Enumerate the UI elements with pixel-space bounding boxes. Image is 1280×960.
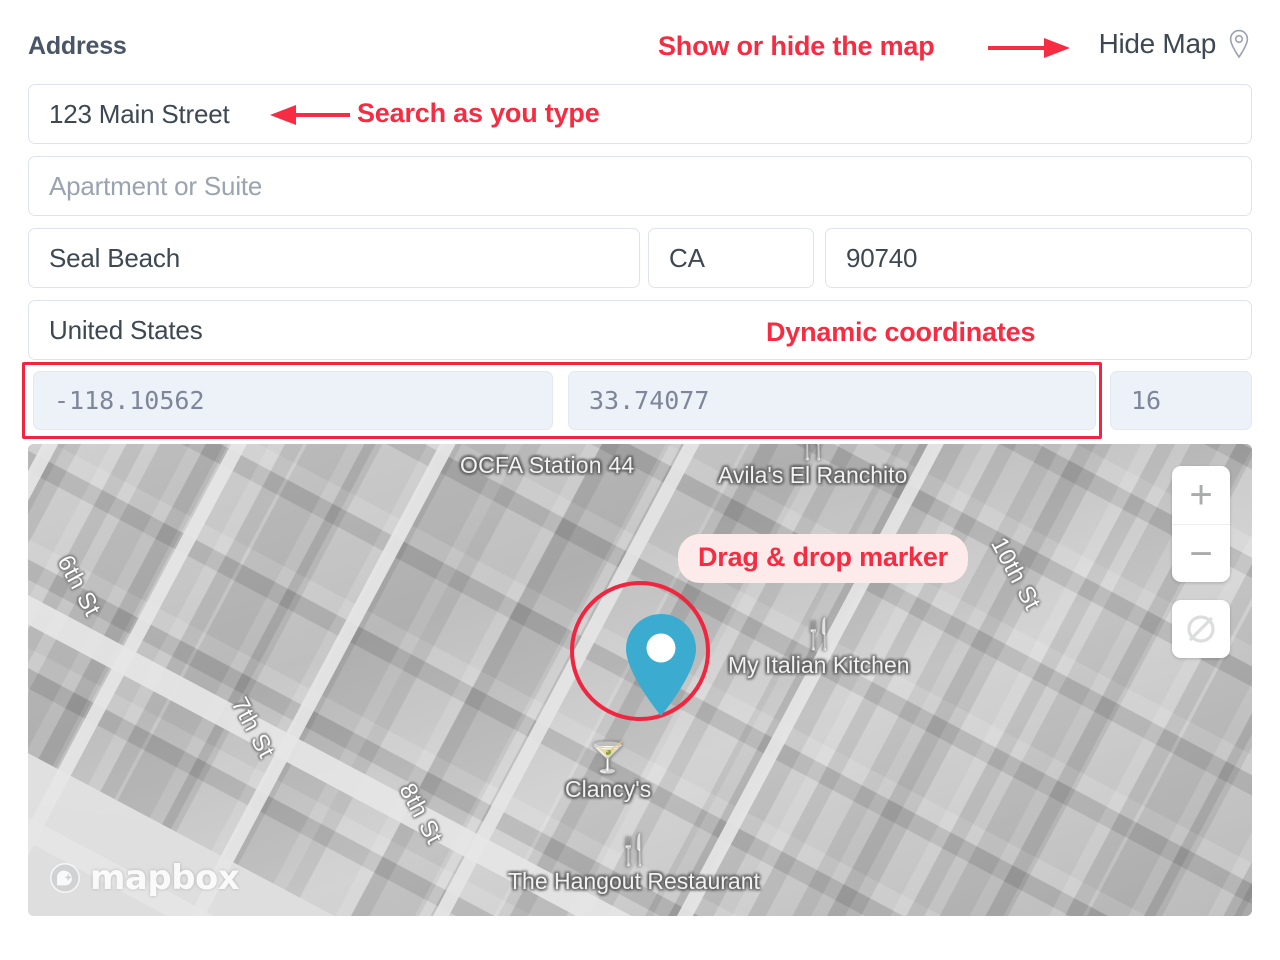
page-title: Address <box>28 32 127 60</box>
state-input[interactable]: CA <box>648 228 814 288</box>
mapbox-wordmark: mapbox <box>90 858 240 898</box>
country-input[interactable]: United States <box>28 300 1252 360</box>
city-input[interactable]: Seal Beach <box>28 228 640 288</box>
longitude-input[interactable]: -118.10562 <box>33 371 553 430</box>
hide-map-button[interactable]: Hide Map <box>1099 28 1252 60</box>
postal-code-input[interactable]: 90740 <box>825 228 1252 288</box>
map-canvas[interactable]: 6th St 7th St 8th St 10th St OCFA Statio… <box>28 444 1252 916</box>
zoom-level-value: 16 <box>1131 386 1162 415</box>
latitude-input[interactable]: 33.74077 <box>568 371 1096 430</box>
zoom-out-button[interactable]: − <box>1172 524 1230 582</box>
state-value: CA <box>669 242 705 273</box>
zoom-in-button[interactable]: + <box>1172 466 1230 524</box>
latitude-value: 33.74077 <box>589 386 710 415</box>
country-value: United States <box>49 314 203 345</box>
street-address-value: 123 Main Street <box>49 98 230 129</box>
mapbox-attribution[interactable]: mapbox <box>48 858 240 898</box>
map-zoom-controls[interactable]: + − <box>1172 466 1230 582</box>
address-header: Address Hide Map <box>28 28 1252 72</box>
address-map-widget: Address Hide Map 123 Main Street Apartme… <box>0 0 1280 960</box>
location-marker-pin[interactable] <box>618 610 704 720</box>
apartment-placeholder: Apartment or Suite <box>49 170 263 201</box>
mapbox-logo-icon <box>50 863 80 893</box>
apartment-input[interactable]: Apartment or Suite <box>28 156 1252 216</box>
postal-code-value: 90740 <box>846 242 918 273</box>
street-address-input[interactable]: 123 Main Street <box>28 84 1252 144</box>
hide-map-label: Hide Map <box>1098 28 1217 59</box>
city-value: Seal Beach <box>49 242 180 273</box>
longitude-value: -118.10562 <box>54 386 205 415</box>
road-segment <box>663 444 1098 916</box>
compass-reset-north-icon[interactable] <box>1172 600 1230 658</box>
map-pin-outline-icon <box>1226 29 1252 59</box>
zoom-level-input[interactable]: 16 <box>1110 371 1252 430</box>
